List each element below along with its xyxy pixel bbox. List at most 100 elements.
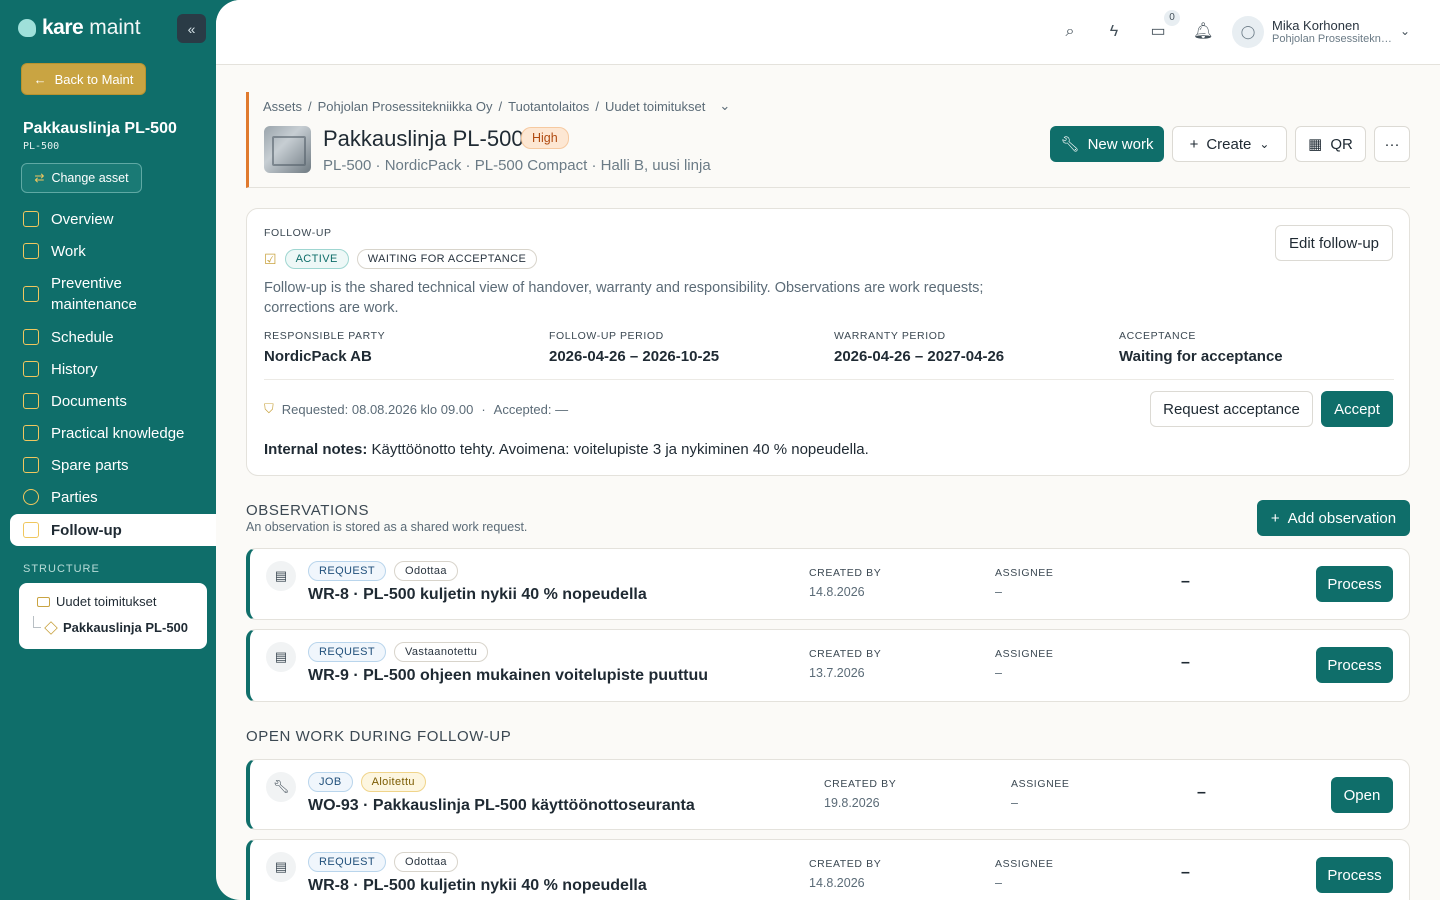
- follow-up-label: FOLLOW-UP: [264, 227, 332, 239]
- row-title[interactable]: WR-8 · PL-500 kuljetin nykii 40 % nopeud…: [308, 586, 647, 604]
- calendar-icon: [23, 329, 39, 345]
- field-value: NordicPack AB: [264, 348, 372, 365]
- structure-parent[interactable]: Uudet toimitukset: [37, 594, 156, 609]
- list-item[interactable]: ▤ REQUEST Odottaa WR-8 · PL-500 kuljetin…: [246, 548, 1410, 620]
- edit-follow-up-button[interactable]: Edit follow-up: [1275, 225, 1393, 261]
- search-icon[interactable]: ⌕: [1061, 23, 1079, 41]
- breadcrumb-separator: /: [595, 98, 599, 114]
- process-button[interactable]: Process: [1316, 857, 1393, 893]
- logo-icon: [18, 19, 36, 37]
- list-item[interactable]: ▤ REQUEST Vastaanotettu WR-9 · PL-500 oh…: [246, 629, 1410, 702]
- more-button[interactable]: ···: [1374, 126, 1410, 162]
- sidebar-item-label: Practical knowledge: [51, 424, 185, 442]
- assignee-col: ASSIGNEE –: [995, 567, 1053, 599]
- add-observation-button[interactable]: + Add observation: [1257, 500, 1410, 536]
- sidebar-item-preventive-maintenance[interactable]: Preventive maintenance: [10, 267, 216, 321]
- wrench-icon: 🔧︎: [1060, 136, 1080, 153]
- row-title[interactable]: WR-8 · PL-500 kuljetin nykii 40 % nopeud…: [308, 877, 647, 895]
- process-button[interactable]: Process: [1316, 566, 1393, 602]
- lightning-icon[interactable]: ϟ: [1105, 23, 1123, 41]
- col-label: CREATED BY: [809, 567, 882, 579]
- user-name[interactable]: Mika Korhonen: [1272, 18, 1359, 33]
- breadcrumb-separator: /: [498, 98, 503, 114]
- breadcrumb: Assets / Pohjolan Prosessitekniikka Oy / T…: [263, 98, 730, 114]
- user-org: Pohjolan Prosessiteknik...: [1272, 33, 1392, 45]
- sidebar-item-parties[interactable]: Parties: [10, 481, 216, 513]
- chevron-down-icon[interactable]: ⌄: [719, 98, 730, 114]
- asset-thumbnail: [264, 126, 311, 173]
- row-title[interactable]: WO-93 · Pakkauslinja PL-500 käyttöönotto…: [308, 797, 695, 815]
- cube-icon: [23, 286, 39, 302]
- main-content: ⌕ ϟ ▭ 0 🔔︎ ◯ Mika Korhonen Pohjolan Pros…: [216, 0, 1440, 900]
- add-observation-label: Add observation: [1287, 509, 1397, 527]
- change-asset-button[interactable]: ⇄ Change asset: [21, 163, 142, 193]
- sidebar-item-history[interactable]: History: [10, 353, 216, 385]
- sidebar-item-practical-knowledge[interactable]: Practical knowledge: [10, 417, 216, 449]
- sidebar-item-label: Follow-up: [51, 521, 122, 539]
- bell-icon[interactable]: 🔔︎: [1193, 23, 1213, 41]
- logo[interactable]: kare maint: [18, 16, 141, 40]
- cube-icon: [23, 425, 39, 441]
- follow-up-period: FOLLOW-UP PERIOD 2026-04-26 – 2026-10-25: [549, 330, 719, 365]
- clipboard-icon: ▤: [266, 561, 296, 591]
- new-work-button[interactable]: 🔧︎ New work: [1050, 126, 1164, 162]
- status-badge: WAITING FOR ACCEPTANCE: [356, 249, 538, 269]
- avatar[interactable]: ◯: [1232, 16, 1264, 48]
- row-title[interactable]: WR-9 · PL-500 ohjeen mukainen voitelupis…: [308, 667, 708, 685]
- breadcrumb-item[interactable]: Uudet toimitukset: [605, 99, 705, 114]
- chevron-down-icon: ⌄: [1259, 137, 1270, 151]
- sidebar-item-label: Parties: [51, 488, 98, 506]
- sidebar-item-documents[interactable]: Documents: [10, 385, 216, 417]
- col-value: –: [1011, 796, 1018, 810]
- process-button[interactable]: Process: [1316, 647, 1393, 683]
- sidebar-item-label: Overview: [51, 210, 114, 228]
- clipboard-icon: ▤: [266, 852, 296, 882]
- chevron-down-icon[interactable]: ⌄: [1400, 24, 1410, 38]
- structure-child[interactable]: Pakkauslinja PL-500: [44, 620, 188, 635]
- col-value: 14.8.2026: [809, 585, 865, 599]
- wrench-icon: 🔧︎: [266, 772, 296, 802]
- row-dash: –: [1181, 573, 1190, 590]
- sidebar-item-work[interactable]: Work: [10, 235, 216, 267]
- sidebar-item-follow-up[interactable]: Follow-up: [10, 514, 216, 546]
- chevrons-left-icon: «: [187, 20, 196, 37]
- chat-badge: 0: [1164, 10, 1180, 26]
- field-label: RESPONSIBLE PARTY: [264, 330, 386, 342]
- qr-label: QR: [1330, 135, 1353, 153]
- asset-code: PL-500: [23, 141, 60, 152]
- assignee-col: ASSIGNEE –: [995, 648, 1053, 680]
- warranty-period: WARRANTY PERIOD 2026-04-26 – 2027-04-26: [834, 330, 1004, 365]
- sidebar: kare maint « ← Back to Maint Pakkauslinja…: [0, 0, 216, 900]
- shield-check-icon: ⛉: [264, 401, 274, 416]
- back-button[interactable]: ← Back to Maint: [21, 63, 146, 95]
- row-badges: JOB Aloitettu: [308, 772, 426, 792]
- structure-tree: Uudet toimitukset Pakkauslinja PL-500: [19, 583, 207, 649]
- col-value: –: [995, 585, 1002, 599]
- create-button[interactable]: + Create ⌄: [1172, 126, 1287, 162]
- clipboard-icon: [23, 522, 39, 538]
- open-button[interactable]: Open: [1331, 777, 1393, 813]
- request-acceptance-button[interactable]: Request acceptance: [1150, 391, 1313, 427]
- sidebar-item-label: Spare parts: [51, 456, 129, 474]
- open-work-title: OPEN WORK DURING FOLLOW-UP: [246, 728, 512, 745]
- created-col: CREATED BY 14.8.2026: [809, 858, 881, 890]
- collapse-sidebar-button[interactable]: «: [177, 14, 206, 43]
- sidebar-item-spare-parts[interactable]: Spare parts: [10, 449, 216, 481]
- list-item[interactable]: ▤ REQUEST Odottaa WR-8 · PL-500 kuljetin…: [246, 839, 1410, 900]
- breadcrumb-item[interactable]: Tuotantolaitos: [508, 99, 589, 114]
- chat-icon[interactable]: ▭: [1149, 23, 1167, 41]
- breadcrumb-item[interactable]: Pohjolan Prosessitekniikka Oy: [318, 99, 493, 114]
- created-col: CREATED BY 13.7.2026: [809, 648, 881, 680]
- qr-button[interactable]: ▦ QR: [1295, 126, 1366, 162]
- swap-icon: ⇄: [34, 171, 45, 185]
- sidebar-item-schedule[interactable]: Schedule: [10, 321, 216, 353]
- sidebar-item-label: Preventive maintenance: [51, 275, 137, 313]
- sidebar-item-overview[interactable]: Overview: [10, 203, 216, 235]
- box-icon: [44, 620, 58, 635]
- col-label: ASSIGNEE: [995, 567, 1054, 579]
- row-badges: REQUEST Odottaa: [308, 852, 458, 872]
- status-badge: Aloitettu: [360, 772, 426, 792]
- list-item[interactable]: 🔧︎ JOB Aloitettu WO-93 · Pakkauslinja PL…: [246, 759, 1410, 830]
- accept-button[interactable]: Accept: [1321, 391, 1393, 427]
- breadcrumb-item[interactable]: Assets: [263, 99, 302, 114]
